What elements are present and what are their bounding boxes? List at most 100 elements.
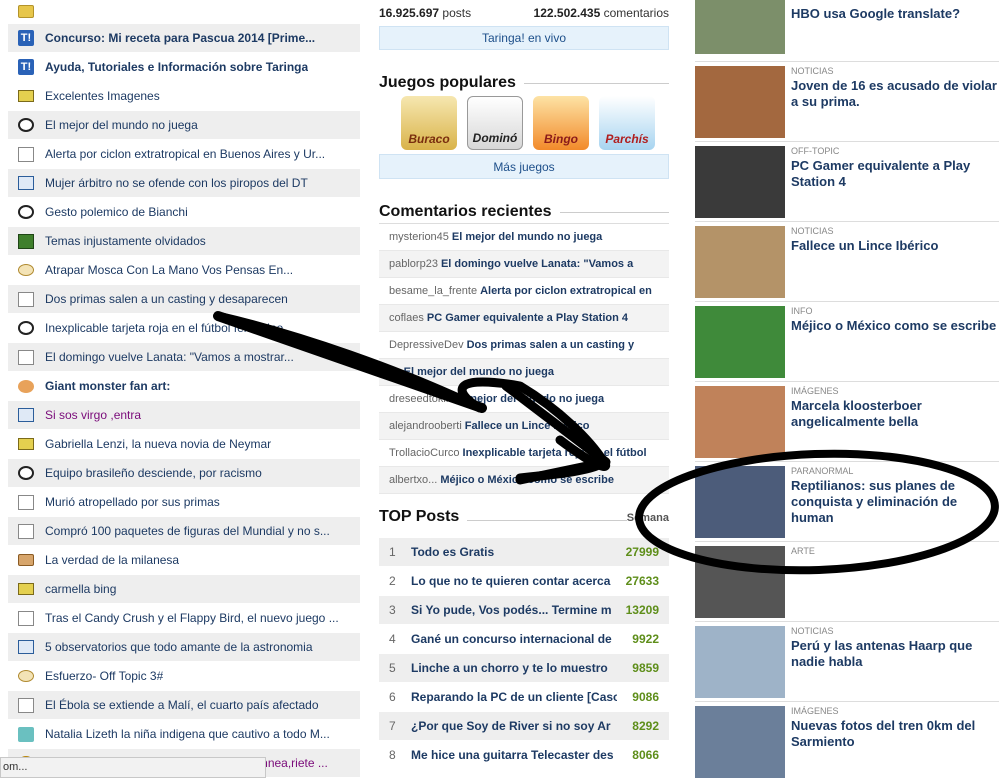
- post-list-item[interactable]: Dos primas salen a un casting y desapare…: [8, 285, 360, 314]
- post-title-link[interactable]: Si sos virgo ,entra: [45, 408, 141, 422]
- top-post-row[interactable]: 8 Me hice una guitarra Telecaster des 8066: [379, 741, 669, 770]
- comment-post-link[interactable]: Dos primas salen a un casting y: [467, 339, 635, 351]
- comment-post-link[interactable]: El domingo vuelve Lanata: "Vamos a: [441, 258, 633, 270]
- top-post-title-link[interactable]: Linche a un chorro y te lo muestro: [411, 661, 617, 675]
- news-item[interactable]: NOTICIAS Perú y las antenas Haarp que nad…: [695, 622, 999, 702]
- post-title-link[interactable]: El domingo vuelve Lanata: "Vamos a mostr…: [45, 350, 294, 364]
- post-list-item[interactable]: Compró 100 paquetes de figuras del Mundi…: [8, 517, 360, 546]
- news-item[interactable]: NOTICIAS Joven de 16 es acusado de violar…: [695, 62, 999, 142]
- post-title-link[interactable]: Gesto polemico de Bianchi: [45, 205, 188, 219]
- post-title-link[interactable]: carmella bing: [45, 582, 116, 596]
- game-buraco-button[interactable]: Buraco: [401, 96, 457, 150]
- news-title-link[interactable]: Reptilianos: sus planes de conquista y e…: [791, 478, 999, 526]
- post-list-item[interactable]: Excelentes Imagenes: [8, 82, 360, 111]
- post-title-link[interactable]: Gabriella Lenzi, la nueva novia de Neyma…: [45, 437, 271, 451]
- top-post-title-link[interactable]: Todo es Gratis: [411, 545, 617, 559]
- news-thumbnail[interactable]: [695, 626, 785, 698]
- post-list-item[interactable]: Murió atropellado por sus primas: [8, 488, 360, 517]
- top-post-title-link[interactable]: Lo que no te quieren contar acerca: [411, 574, 617, 588]
- news-title-link[interactable]: Méjico o México como se escribe: [791, 318, 996, 334]
- top-post-title-link[interactable]: Me hice una guitarra Telecaster des: [411, 748, 617, 762]
- news-title-link[interactable]: Nuevas fotos del tren 0km del Sarmiento: [791, 718, 999, 750]
- comment-username-link[interactable]: dreseedtokill: [389, 393, 451, 405]
- post-list-item[interactable]: T! Ayuda, Tutoriales e Información sobre …: [8, 53, 360, 82]
- news-thumbnail[interactable]: [695, 0, 785, 54]
- comment-post-link[interactable]: Alerta por ciclon extratropical en: [480, 285, 652, 297]
- post-list-item[interactable]: El mejor del mundo no juega: [8, 111, 360, 140]
- post-title-link[interactable]: Ayuda, Tutoriales e Información sobre Ta…: [45, 60, 308, 74]
- post-list-item[interactable]: Atrapar Mosca Con La Mano Vos Pensas En.…: [8, 256, 360, 285]
- news-thumbnail[interactable]: [695, 466, 785, 538]
- post-list-item[interactable]: T! Concurso: Mi receta para Pascua 2014 […: [8, 24, 360, 53]
- news-item[interactable]: HBO usa Google translate?: [695, 0, 999, 62]
- post-list-item[interactable]: Temas injustamente olvidados: [8, 227, 360, 256]
- top-post-row[interactable]: 6 Reparando la PC de un cliente [Caso 9086: [379, 683, 669, 712]
- comment-username-link[interactable]: coflaes: [389, 312, 424, 324]
- post-title-link[interactable]: Giant monster fan art:: [45, 379, 170, 393]
- post-list-item[interactable]: Esfuerzo- Off Topic 3#: [8, 662, 360, 691]
- news-title-link[interactable]: PC Gamer equivalente a Play Station 4: [791, 158, 999, 190]
- comment-post-link[interactable]: El mejor del mundo no juega: [452, 231, 602, 243]
- post-title-link[interactable]: Murió atropellado por sus primas: [45, 495, 220, 509]
- news-item[interactable]: ARTE: [695, 542, 999, 622]
- comment-username-link[interactable]: besame_la_frente: [389, 285, 477, 297]
- news-thumbnail[interactable]: [695, 146, 785, 218]
- game-parchis-button[interactable]: Parchís: [599, 96, 655, 150]
- news-item[interactable]: PARANORMAL Reptilianos: sus planes de con…: [695, 462, 999, 542]
- comment-username-link[interactable]: TrollacioCurco: [389, 447, 460, 459]
- post-title-link[interactable]: Mujer árbitro no se ofende con los pirop…: [45, 176, 308, 190]
- comment-username-link[interactable]: albertxo...: [389, 474, 437, 486]
- top-post-row[interactable]: 5 Linche a un chorro y te lo muestro 9859: [379, 654, 669, 683]
- news-title-link[interactable]: Joven de 16 es acusado de violar a su pr…: [791, 78, 999, 110]
- game-bingo-button[interactable]: Bingo: [533, 96, 589, 150]
- post-title-link[interactable]: Alerta por ciclon extratropical en Bueno…: [45, 147, 325, 161]
- top-post-title-link[interactable]: Reparando la PC de un cliente [Caso: [411, 690, 617, 704]
- post-list-item[interactable]: 5 observatorios que todo amante de la as…: [8, 633, 360, 662]
- comment-post-link[interactable]: Méjico o México como se escribe: [440, 474, 614, 486]
- live-button[interactable]: Taringa! en vivo: [379, 26, 669, 50]
- news-thumbnail[interactable]: [695, 306, 785, 378]
- post-list-item[interactable]: [8, 0, 360, 24]
- more-games-link[interactable]: Más juegos: [379, 154, 669, 179]
- post-title-link[interactable]: El Ébola se extiende a Malí, el cuarto p…: [45, 698, 319, 712]
- post-title-link[interactable]: El mejor del mundo no juega: [45, 118, 198, 132]
- news-thumbnail[interactable]: [695, 226, 785, 298]
- news-thumbnail[interactable]: [695, 386, 785, 458]
- comment-username-link[interactable]: l...: [389, 366, 401, 378]
- comment-username-link[interactable]: DepressiveDev: [389, 339, 464, 351]
- post-list-item[interactable]: El Ébola se extiende a Malí, el cuarto p…: [8, 691, 360, 720]
- post-list-item[interactable]: Alerta por ciclon extratropical en Bueno…: [8, 140, 360, 169]
- post-list-item[interactable]: Giant monster fan art:: [8, 372, 360, 401]
- post-title-link[interactable]: 5 observatorios que todo amante de la as…: [45, 640, 313, 654]
- top-posts-period[interactable]: Semana: [627, 512, 669, 524]
- post-title-link[interactable]: La verdad de la milanesa: [45, 553, 179, 567]
- news-item[interactable]: IMÁGENES Nuevas fotos del tren 0km del Sa…: [695, 702, 999, 778]
- post-title-link[interactable]: Equipo brasileño desciende, por racismo: [45, 466, 262, 480]
- top-post-row[interactable]: 7 ¿Por que Soy de River si no soy Ar 8292: [379, 712, 669, 741]
- comment-username-link[interactable]: alejandrooberti: [389, 420, 462, 432]
- top-post-row[interactable]: 2 Lo que no te quieren contar acerca 27633: [379, 567, 669, 596]
- top-post-title-link[interactable]: ¿Por que Soy de River si no soy Ar: [411, 719, 617, 733]
- post-list-item[interactable]: Mujer árbitro no se ofende con los pirop…: [8, 169, 360, 198]
- comment-username-link[interactable]: pablorp23: [389, 258, 438, 270]
- news-title-link[interactable]: Perú y las antenas Haarp que nadie habla: [791, 638, 999, 670]
- post-title-link[interactable]: Natalia Lizeth la niña indigena que caut…: [45, 727, 330, 741]
- post-title-link[interactable]: Inexplicable tarjeta roja en el fútbol f…: [45, 321, 283, 335]
- post-title-link[interactable]: Compró 100 paquetes de figuras del Mundi…: [45, 524, 330, 538]
- post-title-link[interactable]: Tras el Candy Crush y el Flappy Bird, el…: [45, 611, 339, 625]
- post-title-link[interactable]: Esfuerzo- Off Topic 3#: [45, 669, 163, 683]
- news-thumbnail[interactable]: [695, 546, 785, 618]
- post-title-link[interactable]: Excelentes Imagenes: [45, 89, 160, 103]
- post-list-item[interactable]: Natalia Lizeth la niña indigena que caut…: [8, 720, 360, 749]
- post-list-item[interactable]: Equipo brasileño desciende, por racismo: [8, 459, 360, 488]
- post-title-link[interactable]: Concurso: Mi receta para Pascua 2014 [Pr…: [45, 31, 315, 45]
- news-title-link[interactable]: HBO usa Google translate?: [791, 6, 960, 22]
- post-list-item[interactable]: Inexplicable tarjeta roja en el fútbol f…: [8, 314, 360, 343]
- post-list-item[interactable]: carmella bing: [8, 575, 360, 604]
- news-item[interactable]: OFF-TOPIC PC Gamer equivalente a Play Sta…: [695, 142, 999, 222]
- post-title-link[interactable]: Temas injustamente olvidados: [45, 234, 206, 248]
- news-title-link[interactable]: Fallece un Lince Ibérico: [791, 238, 938, 254]
- comment-post-link[interactable]: Fallece un Lince Ibérico: [465, 420, 590, 432]
- comment-post-link[interactable]: Inexplicable tarjeta roja en el fútbol: [463, 447, 647, 459]
- news-title-link[interactable]: Marcela kloosterboer angelicalmente bell…: [791, 398, 999, 430]
